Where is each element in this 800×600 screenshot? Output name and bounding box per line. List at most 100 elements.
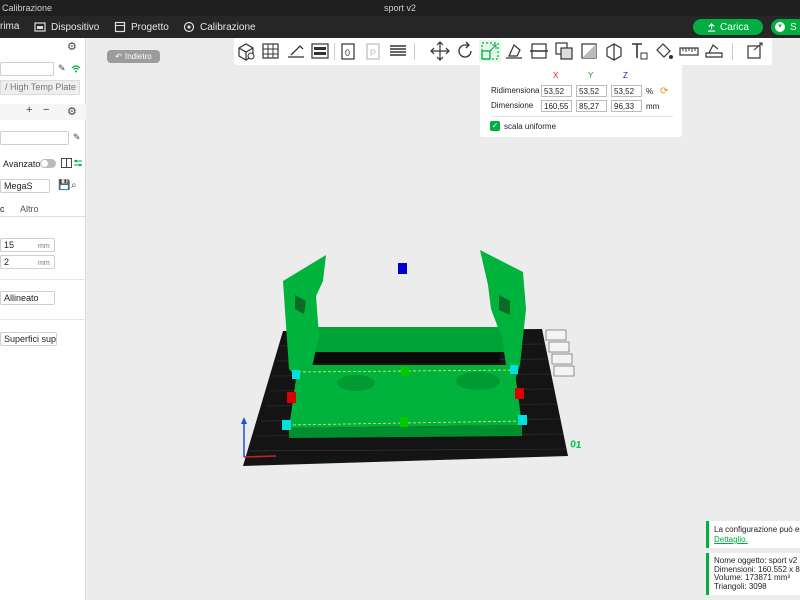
wifi-icon (71, 65, 81, 73)
plate-icon-remove[interactable] (545, 329, 567, 341)
printer-select[interactable] (0, 62, 54, 76)
scale-handle-z[interactable] (398, 263, 407, 274)
variable-layer-button[interactable] (746, 41, 766, 61)
scale-tool-button[interactable] (480, 41, 500, 61)
rotate-icon (458, 41, 472, 58)
menu-device[interactable]: Dispositivo (34, 21, 99, 33)
move-tool-button[interactable] (430, 41, 450, 61)
text-tool-button[interactable] (629, 41, 649, 61)
scale-panel: X Y Z Ridimensiona 53,52 53,52 53,52 % ⟳… (480, 65, 682, 137)
plate-icon-arrange[interactable] (548, 341, 570, 353)
svg-text:0: 0 (345, 48, 350, 58)
tab-divider (0, 216, 86, 217)
ironing-select[interactable]: Superfici sup... (0, 332, 57, 346)
axis-z-arrow-head (241, 417, 247, 424)
reset-scale-icon[interactable]: ⟳ (660, 86, 668, 97)
tab-other[interactable]: Altro (20, 204, 39, 214)
layers-button[interactable] (388, 41, 408, 61)
advanced-toggle[interactable] (40, 159, 56, 168)
measure-tool-button[interactable] (679, 41, 699, 61)
send-button[interactable]: ▾ S (771, 19, 800, 35)
sliders-icon[interactable] (73, 158, 83, 168)
scale-unit: % (646, 87, 654, 96)
edit-icon[interactable]: ✎ (58, 63, 66, 74)
scale-handle-y-front[interactable] (400, 417, 408, 427)
arrange-button[interactable] (310, 41, 330, 61)
scale-handle-x-left[interactable] (287, 392, 296, 403)
split-parts-button[interactable]: P (364, 41, 384, 61)
menu-project[interactable]: Progetto (114, 21, 169, 33)
chevron-down-icon[interactable]: ▾ (775, 22, 785, 32)
scale-handle-corner-fr[interactable] (518, 415, 527, 425)
first-layer-unit: mm (38, 260, 50, 267)
lay-on-face-button[interactable] (504, 41, 524, 61)
scale-z-input[interactable]: 53,52 (611, 85, 642, 97)
title-bar: Calibrazione sport v2 (0, 0, 800, 16)
color-paint-button[interactable] (654, 41, 674, 61)
filament-select[interactable] (0, 131, 69, 145)
compare-icon[interactable] (61, 158, 72, 168)
axis-y-header: Y (588, 71, 594, 80)
3d-viewport[interactable]: 01 (86, 65, 800, 600)
toolbar-separator-3 (732, 43, 733, 60)
scale-handle-y-back[interactable] (401, 367, 409, 376)
objects-icon: 0 (341, 43, 355, 60)
menu-prepare[interactable]: rima (0, 21, 19, 32)
settings-gear-icon[interactable]: ⚙ (67, 40, 77, 53)
size-x-input[interactable]: 160,55 (541, 100, 572, 112)
seam-select[interactable]: Allineato (0, 291, 55, 305)
config-notification-text: La configurazione può esse (714, 525, 800, 534)
first-layer-value: 2 (4, 257, 10, 267)
filament-edit-icon[interactable]: ✎ (73, 132, 81, 143)
remove-icon[interactable]: − (43, 104, 49, 116)
split-objects-button[interactable]: 0 (339, 41, 359, 61)
boolean-tool-button[interactable] (554, 41, 574, 61)
scale-x-input[interactable]: 53,52 (541, 85, 572, 97)
assembly-icon (705, 44, 723, 58)
back-button[interactable]: ↶ Indietro (107, 50, 160, 63)
assembly-tool-button[interactable] (704, 41, 724, 61)
process-select[interactable]: MegaS (0, 179, 50, 193)
config-notification: La configurazione può esse Dettaglio. (706, 521, 800, 548)
section-divider (0, 279, 86, 280)
add-icon[interactable]: + (26, 104, 32, 116)
scale-y-input[interactable]: 53,52 (576, 85, 607, 97)
model-cutout-right (456, 372, 500, 390)
uniform-scale-checkbox[interactable]: ✓ (490, 121, 500, 131)
scale-handle-corner-bl[interactable] (292, 370, 300, 379)
back-arrow-icon: ↶ (115, 52, 122, 61)
scale-handle-corner-fl[interactable] (282, 420, 291, 430)
plate-icon-lock[interactable] (553, 365, 575, 377)
boolean-icon (555, 42, 573, 60)
plate-type-select[interactable]: / High Temp Plate (0, 80, 80, 95)
seam-paint-button[interactable] (604, 41, 624, 61)
cut-icon (530, 43, 548, 59)
variable-layer-icon (747, 42, 763, 59)
size-z-input[interactable]: 96,33 (611, 100, 642, 112)
filament-gear-icon[interactable]: ⚙ (67, 105, 77, 118)
size-y-input[interactable]: 85,27 (576, 100, 607, 112)
move-icon (430, 41, 450, 61)
save-icon[interactable]: 💾 (58, 180, 70, 191)
search-icon[interactable]: ⌕ (71, 180, 77, 191)
scale-handle-corner-br[interactable] (510, 365, 518, 374)
rotate-tool-button[interactable] (455, 41, 475, 61)
plate-grid-button[interactable] (261, 41, 281, 61)
add-object-button[interactable] (236, 41, 256, 61)
object-triangles: Triangoli: 3098 (714, 581, 767, 591)
main-menu-bar: rima Dispositivo Progetto Calibrazione C… (0, 16, 800, 38)
details-link[interactable]: Dettaglio. (714, 535, 748, 544)
upload-button[interactable]: Carica (693, 19, 763, 35)
tab-quality[interactable]: o (0, 204, 4, 214)
plate-icon-orient[interactable] (551, 353, 573, 365)
scale-handle-x-right[interactable] (515, 388, 524, 399)
menu-calibration[interactable]: Calibrazione (183, 21, 256, 33)
cut-tool-button[interactable] (529, 41, 549, 61)
parts-icon: P (366, 43, 380, 60)
ironing-value: Superfici sup... (4, 334, 57, 344)
auto-orient-button[interactable] (286, 41, 306, 61)
layer-height-unit: mm (38, 243, 50, 250)
ruler-icon (679, 47, 699, 56)
support-paint-button[interactable] (579, 41, 599, 61)
axis-x-arrow (243, 455, 277, 458)
